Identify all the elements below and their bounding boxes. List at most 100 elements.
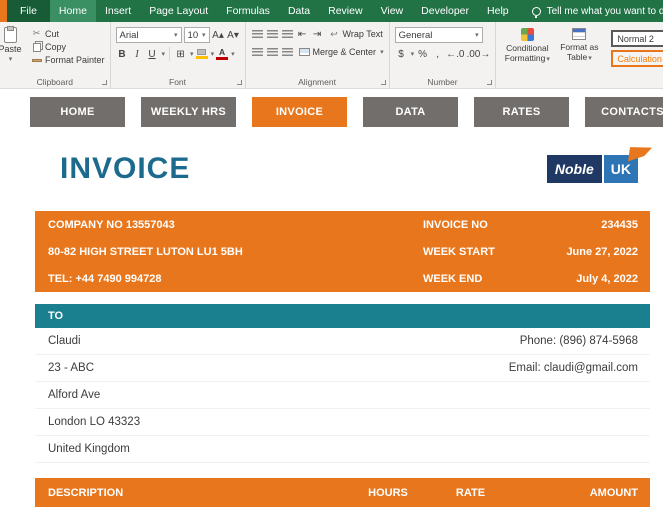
align-bottom-button[interactable]: [281, 27, 294, 41]
chevron-down-icon: ▾: [211, 50, 215, 58]
align-top-icon: [252, 30, 263, 38]
grow-font-button[interactable]: A▴: [212, 28, 225, 42]
recipient-address2-cell[interactable]: Alford Ave: [48, 389, 100, 401]
number-format-value: General: [399, 30, 433, 41]
week-end-value[interactable]: July 4, 2022: [528, 273, 638, 285]
nav-weekly-hrs-button[interactable]: WEEKLY HRS: [141, 97, 236, 127]
chevron-down-icon: ▾: [588, 55, 592, 62]
nav-rates-button[interactable]: RATES: [474, 97, 569, 127]
italic-button[interactable]: I: [131, 47, 144, 61]
increase-indent-button[interactable]: ⇥: [311, 27, 324, 41]
company-address-cell[interactable]: 80-82 HIGH STREET LUTON LU1 5BH: [48, 246, 423, 258]
tab-developer[interactable]: Developer: [412, 0, 478, 22]
align-bottom-icon: [282, 30, 293, 38]
cell-style-normal-2[interactable]: Normal 2: [611, 30, 663, 47]
recipient-city-cell[interactable]: London LO 43323: [48, 416, 140, 428]
align-right-button[interactable]: [281, 45, 294, 59]
tab-file[interactable]: File: [7, 0, 50, 22]
nav-invoice-button[interactable]: INVOICE: [252, 97, 347, 127]
tab-review[interactable]: Review: [319, 0, 371, 22]
wrap-text-button[interactable]: ↩ Wrap Text: [329, 29, 383, 40]
clipboard-icon: [4, 27, 17, 43]
format-painter-icon: [32, 59, 42, 62]
decrease-indent-button[interactable]: ⇤: [296, 27, 309, 41]
number-group-label: Number: [390, 77, 496, 87]
font-name-select[interactable]: Arial ▾: [116, 27, 182, 43]
chevron-down-icon: ▾: [202, 31, 206, 39]
tab-view[interactable]: View: [372, 0, 413, 22]
font-color-letter: A: [219, 49, 225, 56]
clipboard-group-label: Clipboard: [0, 77, 110, 87]
clipboard-dialog-launcher[interactable]: [102, 80, 107, 85]
font-size-select[interactable]: 10 ▾: [184, 27, 210, 43]
conditional-formatting-label-2: Formatting▾: [505, 53, 550, 65]
chevron-down-icon: ▾: [380, 48, 384, 56]
align-top-button[interactable]: [251, 27, 264, 41]
col-description: DESCRIPTION: [48, 487, 353, 499]
align-left-icon: [252, 48, 263, 56]
alignment-dialog-launcher[interactable]: [381, 80, 386, 85]
comma-style-button[interactable]: ,: [431, 47, 444, 61]
cell-style-calculation[interactable]: Calculation: [611, 50, 663, 67]
decrease-decimal-button[interactable]: .00→: [466, 47, 490, 61]
cut-button[interactable]: ✂ Cut: [31, 28, 105, 39]
shrink-font-button[interactable]: A▾: [227, 28, 240, 42]
recipient-address1-cell[interactable]: 23 - ABC: [48, 362, 94, 374]
format-as-table-button[interactable]: Format as Table▾: [553, 25, 605, 75]
chevron-down-icon: ▾: [174, 31, 178, 39]
tab-page-layout[interactable]: Page Layout: [140, 0, 217, 22]
tab-formulas[interactable]: Formulas: [217, 0, 279, 22]
bold-button[interactable]: B: [116, 47, 129, 61]
align-middle-button[interactable]: [266, 27, 279, 41]
week-start-value[interactable]: June 27, 2022: [528, 246, 638, 258]
copy-button[interactable]: Copy: [31, 42, 105, 52]
font-color-button[interactable]: A: [216, 49, 228, 60]
contact-row: Alford Ave: [35, 382, 650, 409]
underline-button[interactable]: U: [146, 47, 159, 61]
tab-home[interactable]: Home: [50, 0, 96, 22]
nav-home-button[interactable]: HOME: [30, 97, 125, 127]
chevron-down-icon: ▾: [546, 56, 550, 63]
invoice-no-value[interactable]: 234435: [528, 219, 638, 231]
recipient-phone-cell[interactable]: Phone: (896) 874-5968: [520, 335, 638, 347]
nav-contacts-button[interactable]: CONTACTS: [585, 97, 663, 127]
tab-help[interactable]: Help: [478, 0, 518, 22]
contact-row: 23 - ABC Email: claudi@gmail.com: [35, 355, 650, 382]
conditional-formatting-icon: [521, 28, 534, 41]
recipient-email-cell[interactable]: Email: claudi@gmail.com: [509, 362, 638, 374]
info-row: TEL: +44 7490 994728 WEEK END July 4, 20…: [35, 265, 650, 292]
font-dialog-launcher[interactable]: [237, 80, 242, 85]
format-painter-button[interactable]: Format Painter: [31, 55, 105, 65]
increase-decimal-button[interactable]: ←.0: [446, 47, 464, 61]
percent-style-button[interactable]: %: [416, 47, 429, 61]
paste-button[interactable]: Paste ▾: [0, 25, 29, 75]
recipient-name-cell[interactable]: Claudi: [48, 335, 81, 347]
company-no-cell[interactable]: COMPANY NO 13557043: [48, 219, 423, 231]
company-logo: Noble UK: [547, 155, 638, 183]
chevron-down-icon: ▾: [190, 50, 194, 58]
tab-insert[interactable]: Insert: [96, 0, 140, 22]
align-center-button[interactable]: [266, 45, 279, 59]
conditional-formatting-button[interactable]: Conditional Formatting▾: [501, 25, 553, 75]
chevron-down-icon: ▾: [162, 50, 166, 58]
borders-button[interactable]: ⊞: [174, 47, 187, 61]
company-tel-cell[interactable]: TEL: +44 7490 994728: [48, 273, 423, 285]
number-format-select[interactable]: General ▾: [395, 27, 483, 43]
tell-me-box[interactable]: Tell me what you want to do: [532, 0, 663, 22]
merge-center-button[interactable]: Merge & Center ▾: [299, 47, 384, 57]
logo-name: Noble: [547, 155, 602, 183]
format-painter-label: Format Painter: [45, 55, 105, 65]
recipient-country-cell[interactable]: United Kingdom: [48, 443, 130, 455]
copy-label: Copy: [45, 42, 66, 52]
tell-me-label: Tell me what you want to do: [547, 6, 663, 17]
align-right-icon: [282, 48, 293, 56]
align-left-button[interactable]: [251, 45, 264, 59]
fill-color-button[interactable]: [196, 49, 208, 59]
tab-data[interactable]: Data: [279, 0, 319, 22]
number-dialog-launcher[interactable]: [487, 80, 492, 85]
recipient-block: Claudi Phone: (896) 874-5968 23 - ABC Em…: [35, 328, 650, 463]
sheet-nav: HOME WEEKLY HRS INVOICE DATA RATES CONTA…: [30, 97, 663, 127]
accounting-format-button[interactable]: $: [395, 47, 408, 61]
invoice-info-banner: COMPANY NO 13557043 INVOICE NO 234435 80…: [35, 211, 650, 292]
nav-data-button[interactable]: DATA: [363, 97, 458, 127]
